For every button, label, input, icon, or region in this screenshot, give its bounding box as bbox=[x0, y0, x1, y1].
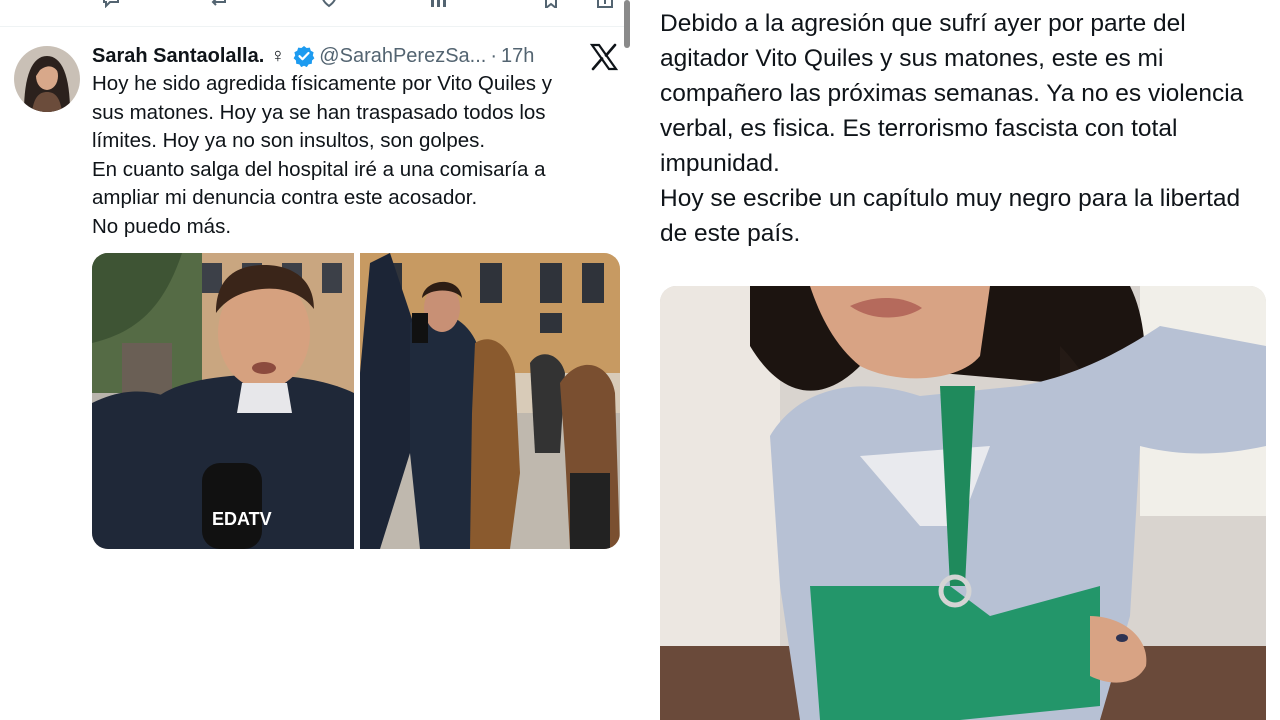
post-line: impunidad. bbox=[660, 150, 780, 177]
tweet-line: límites. Hoy ya no son insultos, son gol… bbox=[92, 129, 486, 152]
tweet-line: ampliar mi denuncia contra este acosador… bbox=[92, 186, 478, 209]
avatar[interactable] bbox=[14, 46, 80, 112]
post-line: de este país. bbox=[660, 220, 801, 247]
post-line: verbal, es fisica. Es terrorismo fascist… bbox=[660, 115, 1178, 142]
tweet-action-bar bbox=[0, 0, 630, 27]
tweet-photo-2[interactable] bbox=[360, 253, 620, 549]
tweet-timestamp[interactable]: 17h bbox=[501, 45, 534, 68]
post-line: Hoy se escribe un capítulo muy negro par… bbox=[660, 185, 1241, 212]
post-line: compañero las próximas semanas. Ya no es… bbox=[660, 80, 1244, 107]
right-post-text: Debido a la agresión que sufrí ayer por … bbox=[660, 6, 1270, 251]
tweet-media-grid: EDATV bbox=[92, 253, 620, 549]
post-line: Debido a la agresión que sufrí ayer por … bbox=[660, 10, 1186, 37]
arm-sling-photo[interactable] bbox=[660, 286, 1266, 720]
tweet-card: Sarah Santaolalla. ♀ @SarahPerezSa... · … bbox=[0, 0, 630, 720]
verified-badge-icon bbox=[293, 46, 315, 67]
tweet-line: En cuanto salga del hospital iré a una c… bbox=[92, 157, 546, 181]
share-icon[interactable] bbox=[594, 0, 616, 8]
stats-icon[interactable] bbox=[428, 0, 450, 8]
post-line: agitador Vito Quiles y sus matones, este… bbox=[660, 45, 1164, 72]
tweet-line: No puedo más. bbox=[92, 214, 232, 238]
tweet-photo-1[interactable]: EDATV bbox=[92, 253, 354, 549]
separator-dot: · bbox=[490, 44, 498, 67]
author-handle[interactable]: @SarahPerezSa... bbox=[319, 45, 486, 68]
mic-logo: EDATV bbox=[212, 509, 272, 529]
female-symbol: ♀ bbox=[270, 44, 286, 67]
bookmark-icon[interactable] bbox=[540, 0, 562, 8]
tweet-line: sus matones. Hoy ya se han traspasado to… bbox=[92, 100, 546, 124]
repost-icon[interactable] bbox=[206, 0, 228, 8]
reply-icon[interactable] bbox=[100, 0, 122, 8]
tweet-line: Hoy he sido agredida físicamente por Vit… bbox=[92, 72, 552, 95]
tweet-text: Hoy he sido agredida físicamente por Vit… bbox=[92, 70, 617, 241]
like-icon[interactable] bbox=[318, 0, 340, 8]
author-name[interactable]: Sarah Santaolalla. bbox=[92, 45, 264, 68]
x-logo-icon bbox=[589, 43, 619, 71]
tweet-header: Sarah Santaolalla. ♀ @SarahPerezSa... · … bbox=[92, 40, 534, 72]
right-post: Debido a la agresión que sufrí ayer por … bbox=[630, 0, 1280, 720]
